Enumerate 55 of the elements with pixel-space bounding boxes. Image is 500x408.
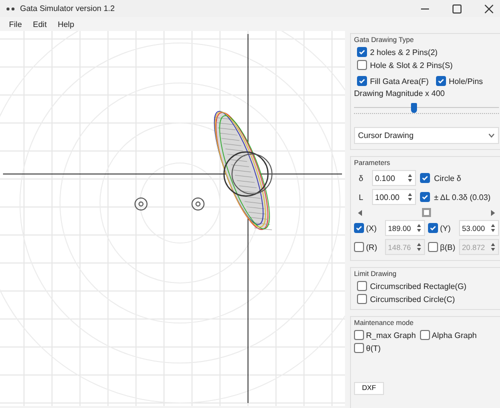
spin-arrows-icon[interactable] — [407, 191, 413, 203]
slider-thumb[interactable] — [410, 103, 417, 113]
checkbox[interactable] — [420, 173, 430, 183]
center-button[interactable] — [422, 208, 431, 217]
close-icon[interactable] — [484, 4, 494, 14]
parameter-symbol: L — [358, 192, 364, 202]
checkbox[interactable] — [354, 343, 364, 353]
mode-dropdown[interactable]: Cursor Drawing — [354, 127, 499, 144]
checkbox[interactable] — [357, 281, 367, 291]
checkbox-label: 2 holes & 2 Pins(2) — [370, 48, 438, 56]
checkbox-label: ± ΔL 0.3δ (0.03) — [434, 192, 491, 202]
spin-arrows-icon[interactable] — [416, 222, 422, 234]
checkbox-label: Hole/Pins — [448, 76, 483, 86]
coordinate-label: β(B) — [440, 242, 456, 252]
maximize-icon[interactable] — [452, 4, 462, 14]
checkbox[interactable] — [428, 223, 438, 233]
menu-item[interactable]: Edit — [32, 20, 47, 28]
checkbox[interactable] — [354, 330, 364, 340]
checkbox-label: Circumscribed Circle(C) — [370, 294, 455, 304]
pin-icon — [192, 198, 204, 210]
number-field[interactable]: 0.100 — [372, 170, 416, 186]
magnitude-label: Drawing Magnitude x 400 — [354, 89, 446, 98]
checkbox[interactable] — [357, 76, 367, 86]
parameter-symbol: δ — [358, 174, 364, 182]
menu-item[interactable]: Help — [58, 20, 74, 28]
right-arrow-icon[interactable] — [490, 210, 495, 216]
checkbox-label: Hole & Slot & 2 Pins(S) — [370, 60, 453, 70]
checkbox[interactable] — [357, 294, 367, 304]
checkbox-label: Circumscribed Rectagle(G) — [370, 282, 466, 290]
spin-arrows-icon[interactable] — [407, 172, 413, 184]
menu-item[interactable]: File — [9, 20, 22, 28]
coordinate-label: (R) — [366, 242, 378, 252]
coordinate-label: (Y) — [440, 224, 452, 232]
coordinate-label: (X) — [366, 224, 378, 232]
square-icon — [424, 210, 429, 215]
checkbox-label: Fill Gata Area(F) — [370, 76, 429, 86]
pin-icon — [134, 198, 148, 210]
hole-circles-drawing — [223, 151, 272, 197]
checkbox[interactable] — [357, 47, 367, 57]
left-arrow-icon[interactable] — [358, 210, 363, 216]
checkbox[interactable] — [436, 76, 446, 86]
app-icon — [6, 6, 16, 10]
spin-arrows-icon[interactable] — [490, 222, 496, 234]
checkbox-label: R_max Graph — [366, 330, 416, 340]
checkbox-label: θ(T) — [366, 344, 381, 352]
checkbox[interactable] — [420, 192, 430, 202]
chevron-down-icon — [488, 133, 495, 138]
window-title: Gata Simulator version 1.2 — [20, 4, 115, 13]
checkbox-label: Alpha Graph — [432, 330, 477, 340]
number-field[interactable]: 100.00 — [372, 189, 416, 205]
checkbox[interactable] — [420, 330, 430, 340]
checkbox-label: Circle δ — [434, 174, 462, 182]
checkbox[interactable] — [357, 60, 367, 70]
checkbox[interactable] — [354, 223, 364, 233]
magnitude-slider[interactable] — [354, 103, 499, 114]
